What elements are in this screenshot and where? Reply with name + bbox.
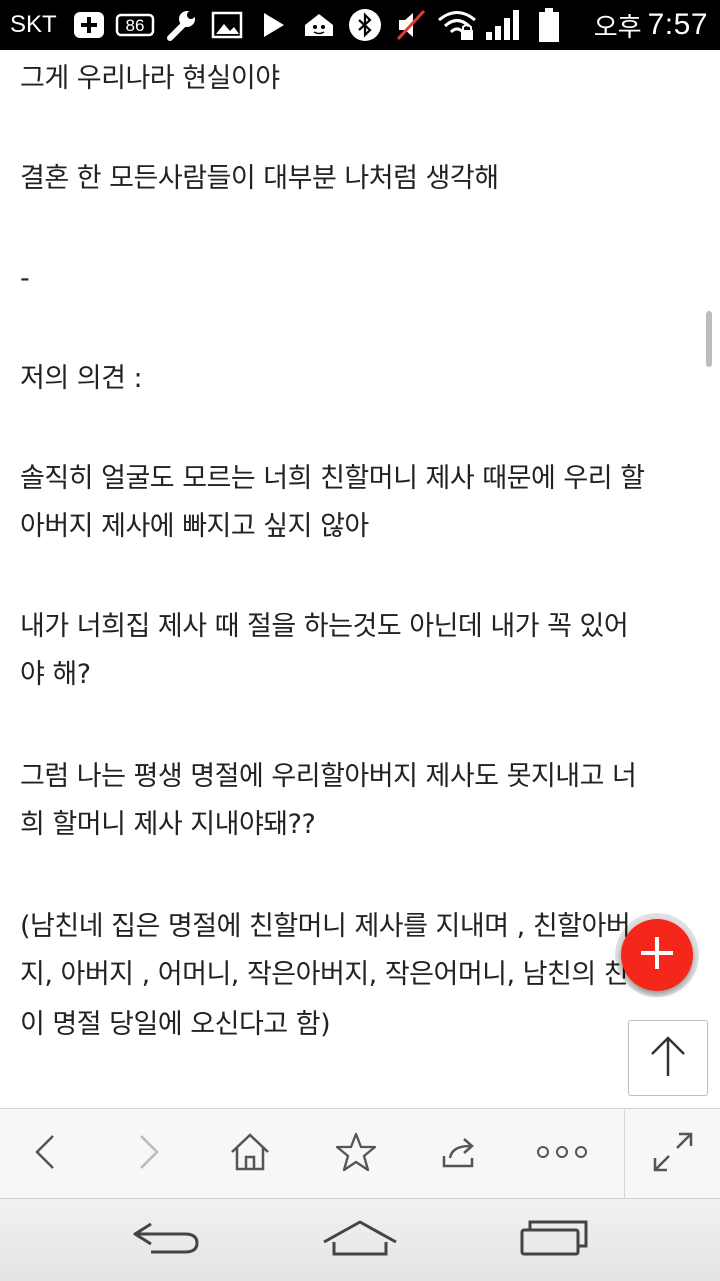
- badge-count-text: 86: [126, 16, 145, 35]
- battery-icon: [526, 0, 572, 50]
- nav-home-button[interactable]: [312, 1199, 408, 1281]
- nav-recent-apps-button[interactable]: [508, 1199, 600, 1281]
- plus-icon: [638, 934, 676, 976]
- forward-icon: [133, 1132, 163, 1176]
- toolbar-divider: [624, 1109, 625, 1199]
- ampm-label: 오후: [593, 12, 642, 43]
- badge-86-icon: 86: [112, 0, 158, 50]
- article-line: -: [20, 263, 30, 294]
- article-content: 그게 우리나라 현실이야 결혼 한 모든사람들이 대부분 나처럼 생각해 - 저…: [0, 50, 720, 1108]
- share-icon: [440, 1134, 480, 1174]
- article-line: 아버지 제사에 빠지고 싶지 않아: [20, 511, 369, 542]
- home-button[interactable]: [220, 1109, 280, 1199]
- fullscreen-button[interactable]: [640, 1109, 706, 1199]
- clock: 7:57: [647, 8, 708, 41]
- article-line: 솔직히 얼굴도 모르는 너희 친할머니 제사 때문에 우리 할: [20, 463, 645, 494]
- mute-icon: [388, 0, 434, 50]
- article-line: 내가 너희집 제사 때 절을 하는것도 아닌데 내가 꼭 있어: [20, 611, 629, 642]
- bluetooth-icon: [342, 0, 388, 50]
- back-button[interactable]: [18, 1109, 74, 1199]
- article-line: 이 명절 당일에 오신다고 함): [20, 1009, 331, 1040]
- star-icon: [334, 1131, 378, 1177]
- scrollbar-thumb[interactable]: [706, 311, 712, 367]
- home-nav-icon: [320, 1218, 400, 1262]
- article-line: 그게 우리나라 현실이야: [20, 63, 280, 94]
- signal-icon: [480, 0, 526, 50]
- fullscreen-icon: [651, 1130, 695, 1178]
- article-line: 희 할머니 제사 지내야돼??: [20, 809, 316, 840]
- wifi-locked-icon: [434, 0, 480, 50]
- share-button[interactable]: [430, 1109, 490, 1199]
- play-icon: [250, 0, 296, 50]
- more-button[interactable]: [528, 1109, 596, 1199]
- browser-toolbar: [0, 1108, 720, 1199]
- bookmark-button[interactable]: [326, 1109, 386, 1199]
- carrier-label: SKT: [10, 11, 57, 38]
- home-icon: [229, 1132, 271, 1176]
- wrench-icon: [158, 0, 204, 50]
- forward-button[interactable]: [120, 1109, 176, 1199]
- article-line: 저의 의견 :: [20, 363, 143, 394]
- article-line: 야 해?: [20, 659, 91, 690]
- back-nav-icon: [129, 1218, 201, 1262]
- system-navigation-bar: [0, 1198, 720, 1281]
- home-app-icon: [296, 0, 342, 50]
- plus-notification-icon: [66, 0, 112, 50]
- article-line: 결혼 한 모든사람들이 대부분 나처럼 생각해: [20, 163, 499, 194]
- add-fab-button[interactable]: [621, 919, 693, 991]
- article-line: 그럼 나는 평생 명절에 우리할아버지 제사도 못지내고 너: [20, 761, 637, 792]
- article-line: 지, 아버지 , 어머니, 작은아버지, 작은어머니, 남친의 친형: [20, 959, 653, 990]
- article-line: (남친네 집은 명절에 친할머니 제사를 지내며 , 친할아버: [20, 911, 631, 942]
- scroll-to-top-button[interactable]: [628, 1020, 708, 1096]
- nav-back-button[interactable]: [120, 1199, 210, 1281]
- recent-apps-icon: [518, 1218, 590, 1262]
- arrow-up-icon: [648, 1034, 688, 1082]
- status-bar: SKT 86 오후 7:57: [0, 0, 720, 50]
- more-icon: [536, 1144, 588, 1164]
- image-icon: [204, 0, 250, 50]
- back-icon: [31, 1132, 61, 1176]
